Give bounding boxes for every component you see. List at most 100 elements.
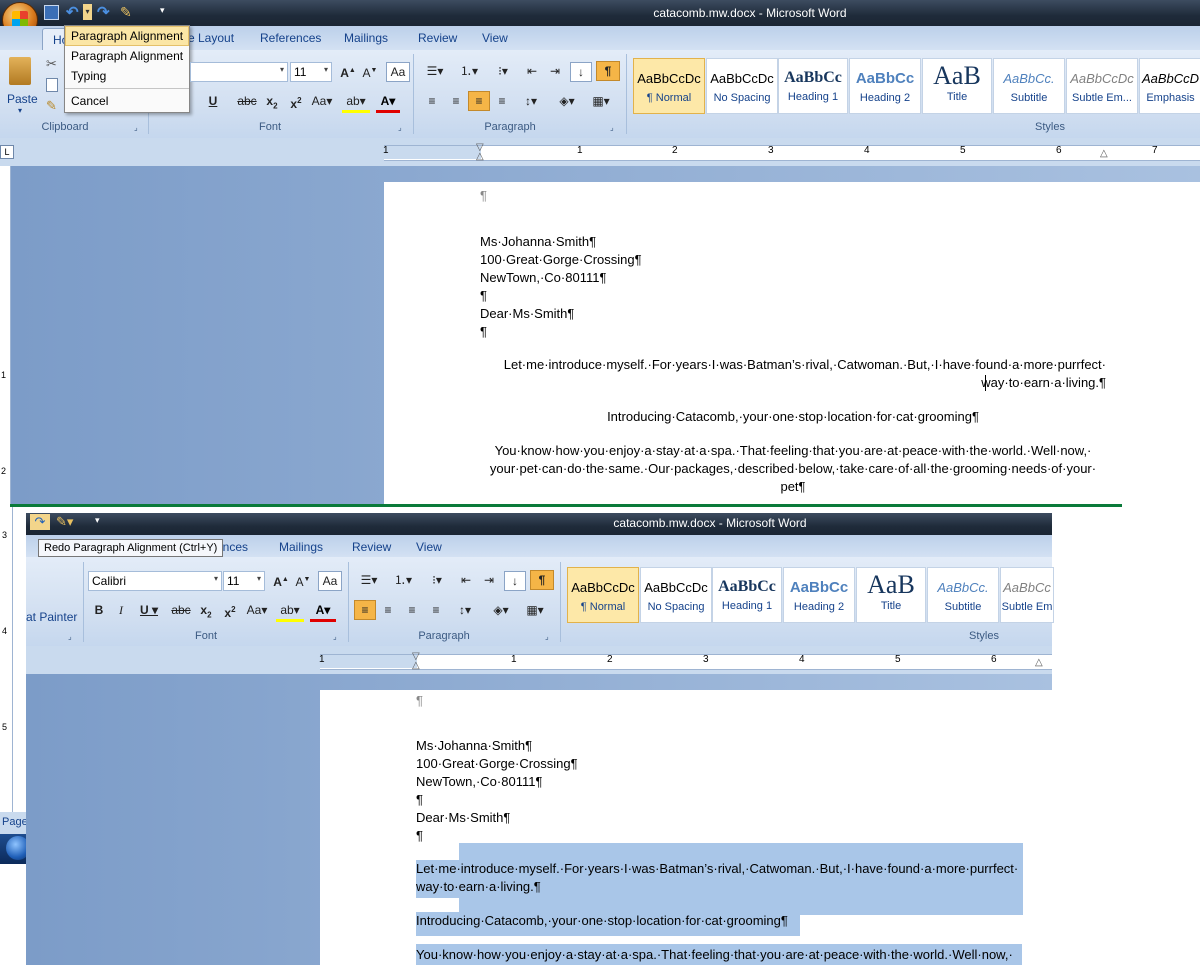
undo-icon[interactable]: ↶ [66, 3, 79, 21]
tab-mailings[interactable]: Mailings [279, 540, 323, 554]
redo-icon[interactable]: ↷ [97, 3, 110, 21]
clipboard-launcher-icon[interactable]: ⌟ [134, 123, 138, 132]
paragraph-launcher-icon[interactable]: ⌟ [545, 632, 549, 641]
show-formatting-icon[interactable]: ¶ [596, 61, 620, 81]
font-name-box[interactable]: Calibri ▾ [88, 571, 222, 591]
highlight-icon[interactable]: ab▾ [276, 601, 304, 622]
save-icon[interactable] [44, 5, 59, 20]
style-heading-1[interactable]: AaBbCc Heading 1 [712, 567, 782, 623]
clipboard-launcher-icon[interactable]: ⌟ [68, 632, 72, 641]
undo-menu-cancel[interactable]: Cancel [65, 91, 189, 111]
numbering-icon[interactable]: ⒈▾ [454, 62, 484, 80]
format-painter-label[interactable]: at Painter [26, 610, 77, 624]
style-subtle-emphasis[interactable]: AaBbCcDc Subtle Em... [1066, 58, 1138, 114]
cut-icon[interactable]: ✂ [46, 56, 57, 72]
numbering-icon[interactable]: ⒈▾ [388, 571, 418, 589]
undo-menu-item[interactable]: Typing [65, 66, 189, 86]
shading-icon[interactable]: ◈▾ [486, 601, 516, 619]
style-subtitle[interactable]: AaBbCc. Subtitle [927, 567, 999, 623]
style-subtitle[interactable]: AaBbCc. Subtitle [993, 58, 1065, 114]
shrink-font-icon[interactable]: A▼ [360, 62, 380, 82]
style-no-spacing[interactable]: AaBbCcDc No Spacing [706, 58, 778, 114]
tab-review[interactable]: Review [352, 540, 391, 554]
font-launcher-icon[interactable]: ⌟ [333, 632, 337, 641]
copy-icon[interactable] [46, 78, 58, 92]
tab-selector-icon[interactable]: L [0, 145, 14, 159]
bottom-customize-qat-icon[interactable]: ▾ [95, 515, 100, 526]
style-normal[interactable]: AaBbCcDc ¶ Normal [567, 567, 639, 623]
font-color-icon[interactable]: A▾ [310, 601, 336, 622]
decrease-indent-icon[interactable]: ⇤ [522, 62, 542, 80]
right-indent-marker-icon[interactable]: △ [1100, 148, 1108, 159]
italic-icon[interactable]: I [112, 601, 130, 619]
grow-font-icon[interactable]: A▲ [338, 62, 358, 82]
align-left-icon[interactable]: ≡ [422, 92, 442, 110]
change-case-icon[interactable]: Aa▾ [244, 601, 270, 619]
align-left-icon[interactable]: ≡ [354, 600, 376, 620]
taskbar-start-fragment[interactable] [0, 834, 30, 864]
format-painter-icon[interactable]: ✎ [46, 98, 57, 114]
style-heading-2[interactable]: AaBbCc Heading 2 [849, 58, 921, 114]
undo-menu-item[interactable]: Paragraph Alignment [65, 46, 189, 66]
tab-review[interactable]: Review [418, 31, 457, 45]
subscript-icon[interactable]: x2 [262, 92, 282, 115]
bold-icon[interactable]: B [90, 601, 108, 619]
style-title[interactable]: AaB Title [856, 567, 926, 623]
underline-icon[interactable]: U [206, 92, 220, 110]
undo-menu-item[interactable]: Paragraph Alignment [65, 26, 189, 46]
bullets-icon[interactable]: ☰▾ [420, 62, 450, 80]
bottom-horizontal-ruler[interactable] [320, 654, 1052, 670]
undo-dropdown-icon[interactable]: ▾ [83, 4, 92, 20]
shading-icon[interactable]: ◈▾ [552, 92, 582, 110]
tab-mailings[interactable]: Mailings [344, 31, 388, 45]
format-painter-qat-icon[interactable]: ✎ [120, 4, 132, 21]
customize-qat-icon[interactable]: ▾ [160, 5, 165, 16]
indent-marker-icon[interactable]: ▽ △ [476, 143, 484, 162]
increase-indent-icon[interactable]: ⇥ [545, 62, 565, 80]
multilevel-list-icon[interactable]: ⁝▾ [488, 62, 518, 80]
borders-icon[interactable]: ▦▾ [520, 601, 550, 619]
font-name-box[interactable]: ▾ [190, 62, 288, 82]
tab-page-layout[interactable]: e Layout [188, 31, 234, 45]
line-spacing-icon[interactable]: ↕▾ [450, 601, 480, 619]
show-formatting-icon[interactable]: ¶ [530, 570, 554, 590]
style-emphasis[interactable]: AaBbCcD Emphasis [1139, 58, 1200, 114]
font-size-box[interactable]: 11 ▾ [223, 571, 265, 591]
align-right-icon[interactable]: ≡ [468, 91, 490, 111]
strikethrough-icon[interactable]: abc [170, 601, 192, 619]
superscript-icon[interactable]: x2 [286, 92, 306, 113]
highlight-icon[interactable]: ab▾ [342, 92, 370, 113]
paste-button[interactable]: Paste ▾ [4, 54, 38, 116]
grow-font-icon[interactable]: A▲ [271, 571, 291, 591]
align-right-icon[interactable]: ≡ [402, 601, 422, 619]
right-indent-marker-icon[interactable]: △ [1035, 657, 1043, 668]
tab-view[interactable]: View [416, 540, 442, 554]
font-color-icon[interactable]: A▾ [376, 92, 400, 113]
clear-formatting-icon[interactable]: Aa [386, 62, 410, 82]
font-launcher-icon[interactable]: ⌟ [398, 123, 402, 132]
style-subtle-emphasis[interactable]: AaBbCc Subtle Em [1000, 567, 1054, 623]
paragraph-launcher-icon[interactable]: ⌟ [610, 123, 614, 132]
sort-icon[interactable]: ↓ [570, 62, 592, 82]
align-center-icon[interactable]: ≡ [446, 92, 466, 110]
bottom-redo-icon[interactable]: ↷ [30, 514, 50, 530]
strikethrough-icon[interactable]: abc [236, 92, 258, 110]
increase-indent-icon[interactable]: ⇥ [479, 571, 499, 589]
clear-formatting-icon[interactable]: Aa [318, 571, 342, 591]
style-title[interactable]: AaB Title [922, 58, 992, 114]
shrink-font-icon[interactable]: A▼ [293, 571, 313, 591]
change-case-icon[interactable]: Aa▾ [310, 92, 334, 110]
underline-icon[interactable]: U ▾ [136, 601, 162, 619]
style-heading-2[interactable]: AaBbCc Heading 2 [783, 567, 855, 623]
decrease-indent-icon[interactable]: ⇤ [456, 571, 476, 589]
borders-icon[interactable]: ▦▾ [586, 92, 616, 110]
justify-icon[interactable]: ≡ [426, 601, 446, 619]
subscript-icon[interactable]: x2 [196, 601, 216, 624]
style-heading-1[interactable]: AaBbCc Heading 1 [778, 58, 848, 114]
multilevel-list-icon[interactable]: ⁝▾ [422, 571, 452, 589]
line-spacing-icon[interactable]: ↕▾ [516, 92, 546, 110]
font-size-box[interactable]: 11 ▾ [290, 62, 332, 82]
tab-references[interactable]: References [260, 31, 321, 45]
style-no-spacing[interactable]: AaBbCcDc No Spacing [640, 567, 712, 623]
top-horizontal-ruler[interactable] [384, 145, 1200, 161]
